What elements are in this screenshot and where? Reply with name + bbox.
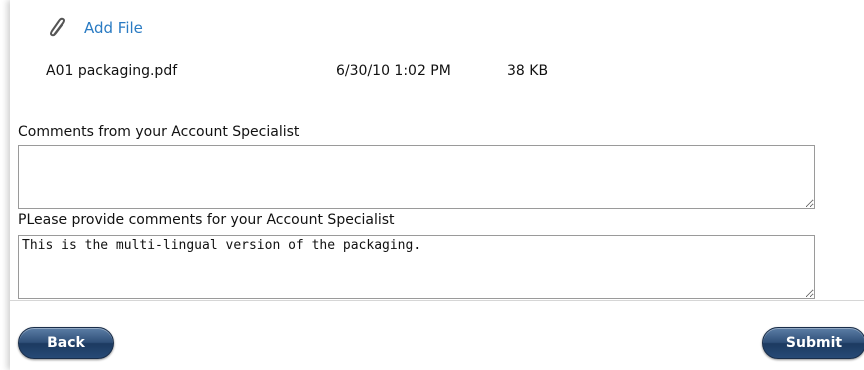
divider [10,300,864,301]
your-comments-label: PLease provide comments for your Account… [18,212,395,228]
add-file-link[interactable]: Add File [48,16,143,40]
file-row: A01 packaging.pdf 6/30/10 1:02 PM 38 KB [46,63,606,87]
your-comments-field[interactable]: This is the multi-lingual version of the… [18,235,815,299]
file-name[interactable]: A01 packaging.pdf [46,63,177,79]
file-size: 38 KB [507,63,549,79]
submit-button[interactable]: Submit [762,327,864,359]
form-panel: Add File A01 packaging.pdf 6/30/10 1:02 … [10,0,864,370]
paperclip-icon [50,17,65,37]
back-button[interactable]: Back [18,327,114,359]
add-file-label[interactable]: Add File [84,19,143,37]
specialist-comments-field[interactable] [18,145,815,209]
specialist-comments-label: Comments from your Account Specialist [18,124,300,140]
file-date: 6/30/10 1:02 PM [336,63,451,79]
